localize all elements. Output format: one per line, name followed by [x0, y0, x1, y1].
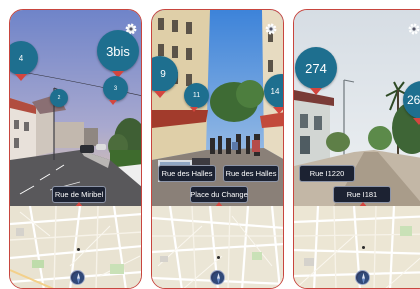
location-pin[interactable]: 3: [103, 76, 128, 101]
phone-screen-2: 9 11 14 Rue des Halles Rue des Halles Pl…: [151, 9, 284, 289]
street-label[interactable]: Rue des Halles: [158, 165, 216, 182]
location-pin[interactable]: 2: [50, 89, 68, 107]
pin-tip: [109, 100, 117, 105]
camera-view: 274 263 Rue I1220 Rue I181: [294, 10, 420, 206]
gear-icon[interactable]: [407, 22, 420, 36]
pin-tip: [413, 118, 420, 125]
user-location-dot: [362, 246, 365, 249]
stage: 4 3bis 2 3 Rue de Miribel 9 11 14 Rue de…: [0, 0, 420, 289]
pin-tip: [310, 88, 322, 95]
map-view[interactable]: [294, 206, 420, 288]
pin-number: 9: [160, 68, 166, 80]
gear-icon[interactable]: [264, 22, 278, 36]
map-view[interactable]: [152, 206, 283, 288]
compass-icon[interactable]: [210, 270, 225, 285]
location-pin[interactable]: 274: [295, 47, 337, 89]
street-label[interactable]: Rue I181: [333, 186, 391, 203]
camera-view: 4 3bis 2 3 Rue de Miribel: [10, 10, 141, 206]
pin-number: 14: [270, 86, 280, 96]
pin-number: 11: [192, 92, 201, 99]
pin-tip: [154, 91, 166, 98]
pin-number: 2: [57, 95, 61, 101]
user-location-dot: [77, 248, 80, 251]
location-pin[interactable]: 3bis: [97, 30, 139, 72]
pin-number: 3: [113, 85, 118, 92]
street-label[interactable]: Rue de Miribel: [52, 186, 106, 203]
phone-screen-1: 4 3bis 2 3 Rue de Miribel: [9, 9, 142, 289]
compass-icon[interactable]: [70, 270, 85, 285]
pin-tip: [190, 107, 198, 112]
street-label[interactable]: Place du Change: [190, 186, 248, 203]
compass-icon[interactable]: [355, 270, 370, 285]
camera-view: 9 11 14 Rue des Halles Rue des Halles Pl…: [152, 10, 283, 206]
pin-number: 263: [406, 93, 420, 107]
phone-screen-3: 274 263 Rue I1220 Rue I181: [293, 9, 420, 289]
street-label[interactable]: Rue des Halles: [223, 165, 279, 182]
map-view[interactable]: [10, 206, 141, 288]
pin-number: 4: [18, 53, 24, 63]
location-pin[interactable]: 11: [184, 83, 209, 108]
user-location-dot: [217, 256, 220, 259]
pin-number: 3bis: [106, 43, 130, 59]
pin-tip: [273, 107, 283, 114]
pin-tip: [15, 74, 27, 81]
pin-number: 274: [305, 60, 327, 76]
street-label[interactable]: Rue I1220: [299, 165, 355, 182]
